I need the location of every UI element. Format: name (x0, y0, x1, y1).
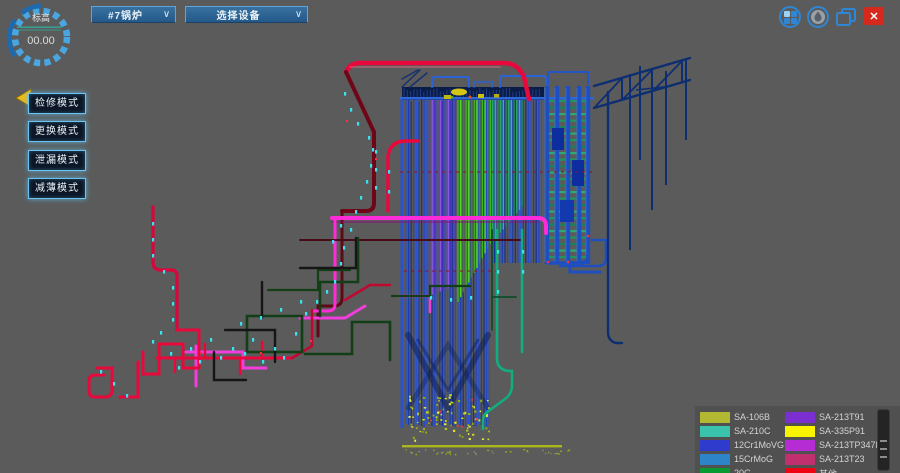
mode-button-1[interactable]: 更换模式 (28, 121, 86, 142)
legend-scrollbar[interactable] (877, 409, 890, 471)
legend-row-right-3: SA-213T23 (785, 453, 865, 465)
chevron-down-icon: ∨ (291, 9, 307, 20)
chevron-down-icon: ∨ (159, 9, 175, 20)
legend-label: SA-213TP347H (819, 440, 882, 450)
gauge-outer-arc (9, 20, 15, 56)
droplet-icon (810, 9, 826, 25)
app-window: 标高 00.00 #7锅炉 ∨ 选择设备 ∨ ✕ 检修模式更换模式泄漏模式 (0, 0, 900, 473)
boiler-select[interactable]: #7锅炉 ∨ (91, 6, 176, 23)
boiler-select-value: #7锅炉 (92, 7, 159, 22)
mode-button-2[interactable]: 泄漏模式 (28, 150, 86, 171)
device-select[interactable]: 选择设备 ∨ (185, 6, 308, 23)
legend-swatch (700, 412, 730, 423)
grid-view-icon (784, 11, 797, 24)
material-legend: SA-106B SA-210C 12Cr1MoVG 15CrMoG 20G SA-213T… (695, 406, 900, 473)
red-steam-pipes (153, 63, 529, 336)
legend-swatch (700, 468, 730, 473)
legend-row-left-2: 12Cr1MoVG (700, 439, 784, 451)
droplet-button[interactable] (807, 6, 829, 28)
legend-row-left-1: SA-210C (700, 425, 771, 437)
legend-row-right-4: 其他 (785, 467, 837, 473)
boiler-3d-model[interactable] (0, 0, 900, 473)
legend-label: 15CrMoG (734, 454, 773, 464)
legend-label: SA-106B (734, 412, 770, 422)
boiler-drum (400, 70, 594, 100)
legend-row-left-4: 20G (700, 467, 751, 473)
legend-swatch (700, 440, 730, 451)
support-truss (594, 58, 690, 343)
legend-label: SA-213T23 (819, 454, 865, 464)
gauge-divider2 (17, 30, 61, 31)
mode-button-3[interactable]: 减薄模式 (28, 178, 86, 199)
gauge-divider (17, 27, 61, 28)
overlap-windows-icon (835, 7, 857, 27)
close-icon: ✕ (869, 10, 878, 23)
grid-view-button[interactable] (779, 6, 801, 28)
legend-row-left-0: SA-106B (700, 411, 770, 423)
legend-swatch (785, 440, 815, 451)
legend-label: 其他 (819, 467, 837, 473)
legend-label: SA-335P91 (819, 426, 865, 436)
mode-button-0[interactable]: 检修模式 (28, 93, 86, 114)
legend-swatch (785, 468, 815, 473)
legend-row-right-0: SA-213T91 (785, 411, 865, 423)
device-select-value: 选择设备 (186, 7, 291, 22)
legend-label: 12Cr1MoVG (734, 440, 784, 450)
legend-swatch (785, 454, 815, 465)
legend-swatch (785, 426, 815, 437)
gauge-label: 标高 (32, 12, 50, 23)
legend-swatch (700, 426, 730, 437)
legend-row-left-3: 15CrMoG (700, 453, 773, 465)
legend-swatch (700, 454, 730, 465)
overlap-windows-button[interactable] (835, 7, 857, 27)
elevation-gauge: 标高 00.00 (2, 1, 80, 79)
legend-row-right-2: SA-213TP347H (785, 439, 882, 451)
gauge-value: 00.00 (27, 35, 55, 47)
legend-label: 20G (734, 468, 751, 473)
close-button[interactable]: ✕ (864, 7, 884, 25)
legend-label: SA-210C (734, 426, 771, 436)
legend-swatch (785, 412, 815, 423)
legend-label: SA-213T91 (819, 412, 865, 422)
legend-row-right-1: SA-335P91 (785, 425, 865, 437)
